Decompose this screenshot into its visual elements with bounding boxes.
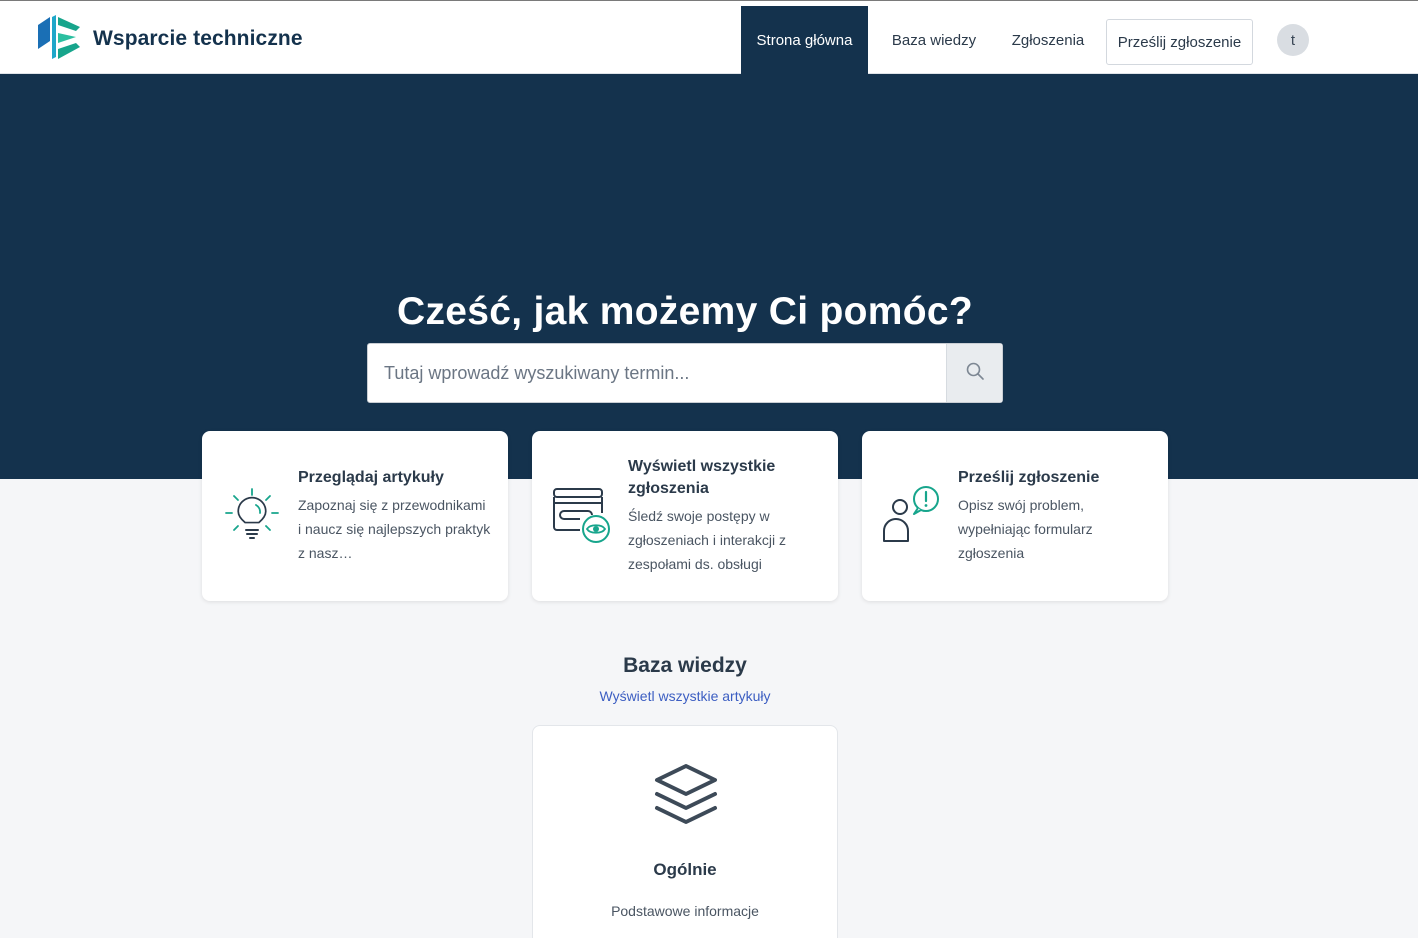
card-submit-ticket[interactable]: Prześlij zgłoszenie Opisz swój problem, … bbox=[862, 431, 1168, 601]
card-title: Prześlij zgłoszenie bbox=[958, 469, 1100, 486]
search-icon bbox=[965, 361, 985, 386]
card-description: Śledź swoje postępy w zgłoszeniach i int… bbox=[628, 508, 786, 572]
knowledge-base-title: Baza wiedzy bbox=[623, 654, 747, 677]
kb-category-card[interactable]: Ogólnie Podstawowe informacje bbox=[532, 725, 838, 938]
card-text: Prześlij zgłoszenie Opisz swój problem, … bbox=[958, 431, 1152, 601]
hero-banner: Cześć, jak możemy Ci pomóc? bbox=[0, 74, 1418, 479]
card-title: Przeglądaj artykuły bbox=[298, 469, 444, 486]
card-text: Przeglądaj artykuły Zapoznaj się z przew… bbox=[298, 431, 492, 601]
brand[interactable]: Wsparcie techniczne bbox=[36, 13, 303, 66]
nav-home[interactable]: Strona główna bbox=[741, 6, 868, 74]
kb-category-title: Ogólnie bbox=[653, 860, 717, 879]
tickets-eye-icon bbox=[550, 483, 614, 547]
layers-icon bbox=[651, 760, 721, 830]
submit-ticket-button[interactable]: Prześlij zgłoszenie bbox=[1106, 19, 1253, 65]
card-view-tickets[interactable]: Wyświetl wszystkie zgłoszenia Śledź swoj… bbox=[532, 431, 838, 601]
user-avatar[interactable]: t bbox=[1277, 24, 1309, 56]
nav-tickets[interactable]: Zgłoszenia bbox=[1000, 6, 1096, 74]
card-description: Zapoznaj się z przewodnikami i naucz się… bbox=[298, 497, 491, 561]
view-all-articles-link[interactable]: Wyświetl wszystkie artykuły bbox=[0, 688, 1370, 704]
search-button[interactable] bbox=[946, 344, 1002, 402]
card-description: Opisz swój problem, wypełniając formular… bbox=[958, 497, 1093, 561]
hero-title: Cześć, jak możemy Ci pomóc? bbox=[397, 290, 973, 333]
logo-icon bbox=[36, 13, 84, 66]
search-input[interactable] bbox=[368, 344, 946, 402]
card-title: Wyświetl wszystkie zgłoszenia bbox=[628, 458, 776, 497]
person-alert-icon bbox=[880, 483, 944, 547]
card-browse-articles[interactable]: Przeglądaj artykuły Zapoznaj się z przew… bbox=[202, 431, 508, 601]
nav-knowledge-base[interactable]: Baza wiedzy bbox=[880, 6, 988, 74]
search-bar bbox=[367, 343, 1003, 403]
top-header: Wsparcie techniczne Strona główna Baza w… bbox=[0, 0, 1418, 74]
brand-name: Wsparcie techniczne bbox=[93, 27, 303, 50]
kb-category-description: Podstawowe informacje bbox=[611, 903, 759, 919]
card-text: Wyświetl wszystkie zgłoszenia Śledź swoj… bbox=[628, 431, 822, 601]
lightbulb-icon bbox=[220, 483, 284, 547]
